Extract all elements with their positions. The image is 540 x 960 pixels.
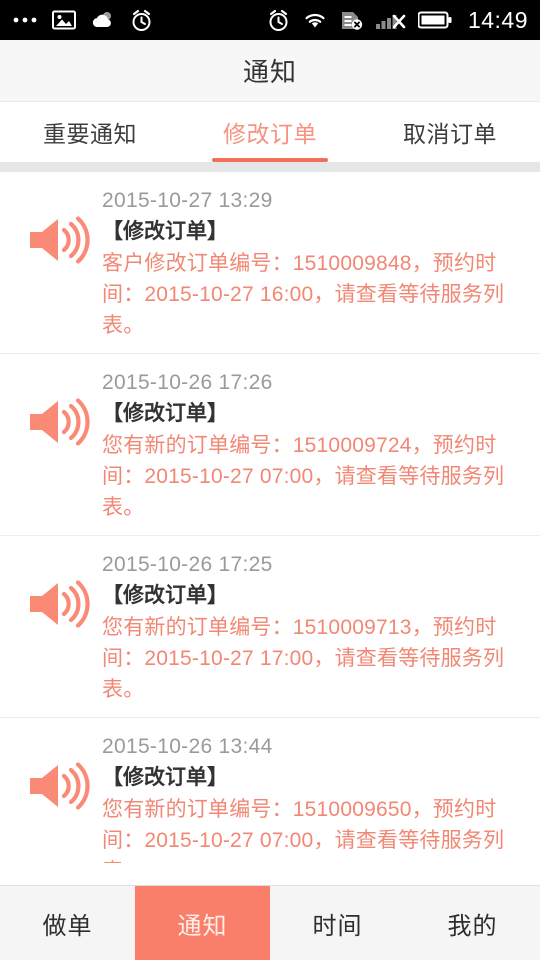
notification-message: 您有新的订单编号：1510009724，预约时间：2015-10-27 07:0…: [102, 434, 505, 519]
list-item[interactable]: 2015-10-26 17:26 【修改订单】 您有新的订单编号：1510009…: [0, 354, 540, 536]
speaker-announce-icon: [16, 550, 102, 628]
alarm-clock-icon: [267, 9, 290, 32]
alarm-clock-icon: [130, 9, 153, 32]
status-bar-left-icons: [12, 9, 153, 32]
notification-timestamp: 2015-10-27 13:29: [102, 189, 273, 212]
nav-item-mine[interactable]: 我的: [405, 886, 540, 960]
notification-message: 您有新的订单编号：1510009713，预约时间：2015-10-27 17:0…: [102, 616, 505, 701]
nav-item-label: 做单: [42, 912, 93, 940]
list-item[interactable]: 2015-10-26 13:44 【修改订单】 您有新的订单编号：1510009…: [0, 718, 540, 863]
speaker-announce-icon: [16, 186, 102, 264]
notification-timestamp: 2015-10-26 17:25: [102, 553, 273, 576]
tab-label: 重要通知: [43, 121, 137, 147]
page-title: 通知: [242, 57, 297, 87]
photo-icon: [52, 10, 76, 30]
nav-item-label: 时间: [312, 912, 363, 940]
bottom-navigation: 做单 通知 时间 我的: [0, 885, 540, 960]
nav-item-time[interactable]: 时间: [270, 886, 405, 960]
status-bar-right-icons: 14:49: [267, 7, 528, 34]
tab-cancel-order[interactable]: 取消订单: [360, 102, 540, 162]
notification-list[interactable]: 2015-10-27 13:29 【修改订单】 客户修改订单编号：1510009…: [0, 172, 540, 863]
list-item[interactable]: 2015-10-27 13:29 【修改订单】 客户修改订单编号：1510009…: [0, 172, 540, 354]
notification-timestamp: 2015-10-26 13:44: [102, 735, 273, 758]
notification-kind: 【修改订单】: [102, 220, 228, 243]
status-bar: 14:49: [0, 0, 540, 40]
list-item[interactable]: 2015-10-26 17:25 【修改订单】 您有新的订单编号：1510009…: [0, 536, 540, 718]
notification-body: 2015-10-26 17:25 【修改订单】 您有新的订单编号：1510009…: [102, 550, 524, 705]
notification-body: 2015-10-26 17:26 【修改订单】 您有新的订单编号：1510009…: [102, 368, 524, 523]
tab-modify-order[interactable]: 修改订单: [180, 102, 360, 162]
nav-item-label: 通知: [177, 912, 228, 940]
wifi-icon: [302, 10, 328, 30]
notification-kind: 【修改订单】: [102, 766, 228, 789]
tab-important-notices[interactable]: 重要通知: [0, 102, 180, 162]
notification-body: 2015-10-27 13:29 【修改订单】 客户修改订单编号：1510009…: [102, 186, 524, 341]
notification-body: 2015-10-26 13:44 【修改订单】 您有新的订单编号：1510009…: [102, 732, 524, 863]
section-divider: [0, 162, 540, 172]
speaker-announce-icon: [16, 368, 102, 446]
tab-bar: 重要通知 修改订单 取消订单: [0, 102, 540, 162]
bottom-nav-spacer: [0, 863, 540, 885]
app-header: 通知: [0, 40, 540, 102]
app-screen: 14:49 通知 重要通知 修改订单 取消订单 2015-10-27 13:29…: [0, 0, 540, 960]
sim-card-off-icon: [340, 10, 364, 31]
notification-message: 客户修改订单编号：1510009848，预约时间：2015-10-27 16:0…: [102, 252, 505, 337]
battery-icon: [417, 11, 452, 29]
nav-item-notifications[interactable]: 通知: [135, 886, 270, 960]
notification-kind: 【修改订单】: [102, 402, 228, 425]
notification-timestamp: 2015-10-26 17:26: [102, 371, 273, 394]
speaker-announce-icon: [16, 732, 102, 810]
nav-item-make-order[interactable]: 做单: [0, 886, 135, 960]
nav-item-label: 我的: [447, 912, 498, 940]
tab-label: 修改订单: [223, 121, 317, 147]
notification-message: 您有新的订单编号：1510009650，预约时间：2015-10-27 07:0…: [102, 798, 505, 863]
more-dots-icon: [12, 15, 38, 25]
notification-kind: 【修改订单】: [102, 584, 228, 607]
signal-off-icon: [375, 10, 406, 30]
tab-label: 取消订单: [403, 121, 497, 147]
weather-cloud-icon: [90, 10, 116, 30]
status-bar-clock: 14:49: [467, 6, 528, 33]
